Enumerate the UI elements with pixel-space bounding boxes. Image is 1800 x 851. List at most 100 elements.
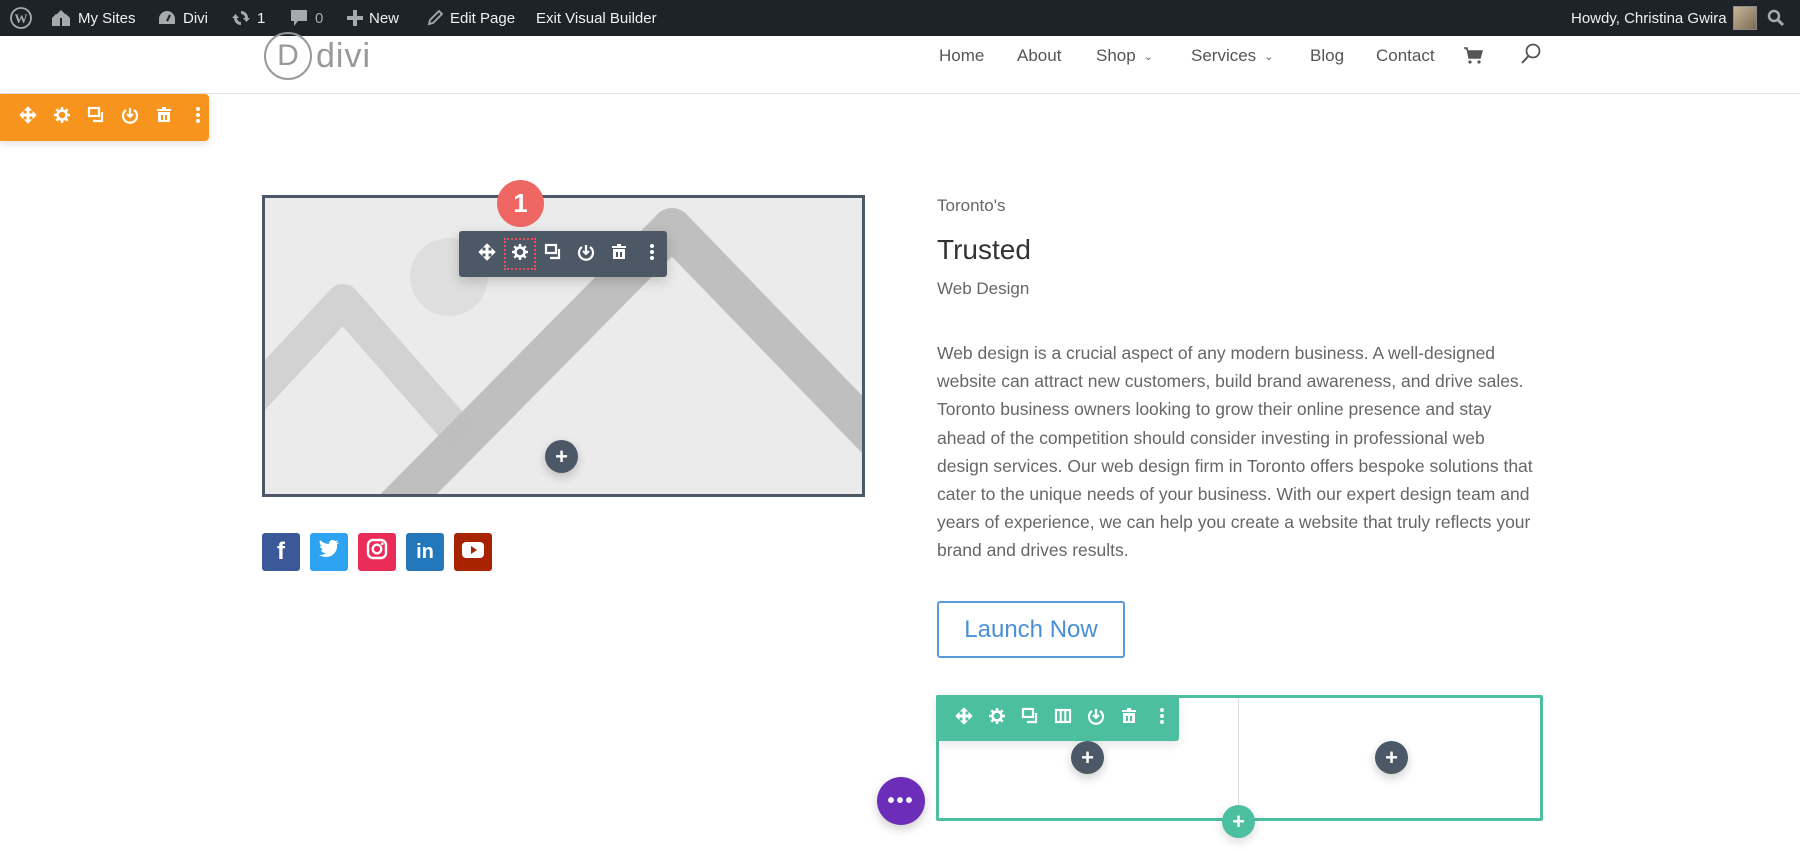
plus-icon (347, 10, 363, 26)
module-settings-button[interactable] (504, 238, 536, 270)
module-delete-button[interactable] (609, 243, 629, 266)
chevron-down-icon: ⌄ (1143, 50, 1153, 63)
add-module-column-2-button[interactable]: + (1375, 741, 1408, 774)
divi-menu[interactable]: Divi (157, 0, 208, 36)
move-icon (955, 706, 973, 730)
header-search-button[interactable] (1520, 43, 1542, 66)
duplicate-icon (87, 106, 105, 129)
nav-blog[interactable]: Blog (1310, 46, 1344, 66)
comments-menu[interactable]: 0 (289, 0, 323, 36)
pencil-icon (426, 9, 444, 27)
updates-icon (231, 8, 251, 28)
module-save-button[interactable] (576, 244, 596, 264)
my-sites-menu[interactable]: My Sites (50, 0, 136, 36)
wp-logo-menu[interactable]: W (10, 0, 32, 36)
paragraph-line: Toronto business owners looking to grow … (937, 399, 1492, 420)
module-more-button[interactable] (642, 243, 662, 266)
twitter-icon (318, 540, 340, 564)
search-icon (1520, 43, 1542, 70)
section-more-button[interactable] (188, 106, 208, 129)
site-logo[interactable]: D divi (264, 32, 371, 80)
admin-search-button[interactable] (1767, 0, 1785, 36)
launch-now-button[interactable]: Launch Now (937, 601, 1125, 658)
move-icon (19, 106, 37, 129)
add-row-button[interactable]: + (1222, 805, 1255, 838)
user-account-menu[interactable]: Howdy, Christina Gwira (1571, 0, 1757, 36)
wordpress-icon: W (10, 7, 32, 29)
twitter-button[interactable] (310, 533, 348, 571)
body-paragraph: Web design is a crucial aspect of any mo… (937, 339, 1552, 565)
my-sites-icon (50, 9, 72, 27)
row-duplicate-button[interactable] (1020, 707, 1040, 730)
row-columns-button[interactable] (1053, 708, 1073, 728)
comments-count: 0 (315, 9, 324, 27)
power-download-icon (121, 106, 139, 129)
site-header: D divi Home About Shop ⌄ Services ⌄ Blog C… (0, 32, 1800, 94)
svg-text:W: W (15, 11, 28, 26)
module-duplicate-button[interactable] (543, 243, 563, 266)
column-divider (1238, 698, 1239, 818)
add-module-button[interactable]: + (545, 440, 578, 473)
section-settings-button[interactable] (52, 107, 72, 128)
new-label: New (369, 9, 400, 27)
youtube-button[interactable] (454, 533, 492, 571)
trash-icon (1120, 707, 1138, 730)
nav-about-label: About (1017, 46, 1062, 65)
row-more-button[interactable] (1152, 707, 1172, 728)
nav-home[interactable]: Home (939, 46, 984, 66)
main-title: Trusted (937, 234, 1031, 265)
edit-page-label: Edit Page (450, 9, 516, 27)
row-delete-button[interactable] (1119, 707, 1139, 730)
power-download-icon (1087, 707, 1105, 730)
cart-button[interactable] (1463, 46, 1483, 70)
more-vertical-icon (189, 106, 207, 129)
nav-shop[interactable]: Shop ⌄ (1096, 46, 1153, 66)
subtitle: Web Design (937, 279, 1030, 298)
paragraph-line: cater to the unique needs of your busine… (937, 484, 1530, 505)
pre-title: Toronto's (937, 196, 1006, 215)
paragraph-line: Web design is a crucial aspect of any mo… (937, 343, 1496, 363)
page-settings-menu-button[interactable]: ••• (877, 777, 925, 825)
row-settings-button[interactable] (987, 707, 1007, 730)
section-move-button[interactable] (18, 106, 38, 129)
columns-icon (1054, 707, 1072, 730)
add-module-column-1-button[interactable]: + (1071, 741, 1104, 774)
nav-contact[interactable]: Contact (1376, 46, 1435, 66)
edit-page-link[interactable]: Edit Page (426, 0, 515, 36)
linkedin-button[interactable]: in (406, 533, 444, 571)
module-toolbar (459, 231, 667, 277)
nav-services[interactable]: Services ⌄ (1191, 46, 1273, 66)
nav-about[interactable]: About (1017, 46, 1061, 66)
exit-visual-builder-link[interactable]: Exit Visual Builder (536, 0, 657, 36)
nav-contact-label: Contact (1376, 46, 1435, 65)
section-duplicate-button[interactable] (86, 106, 106, 129)
user-greeting: Howdy, Christina Gwira (1571, 9, 1727, 27)
youtube-icon (462, 541, 484, 564)
new-content-menu[interactable]: New (347, 0, 399, 36)
trash-icon (610, 243, 628, 266)
chevron-down-icon: ⌄ (1264, 50, 1274, 63)
paragraph-line: website can attract new customers, build… (937, 371, 1524, 392)
gear-icon (988, 707, 1006, 730)
duplicate-icon (1021, 707, 1039, 730)
paragraph-line: design services. Our web design firm in … (937, 455, 1533, 476)
my-sites-label: My Sites (78, 9, 136, 27)
section-delete-button[interactable] (154, 107, 174, 128)
dashboard-icon (157, 9, 177, 27)
facebook-button[interactable]: f (262, 533, 300, 571)
row-save-button[interactable] (1086, 708, 1106, 728)
cart-icon (1463, 46, 1483, 70)
updates-count: 1 (257, 9, 266, 27)
logo-mark: D (264, 32, 312, 80)
logo-text: divi (316, 36, 372, 75)
search-icon (1767, 9, 1785, 27)
module-move-button[interactable] (477, 242, 497, 264)
section-toolbar (0, 94, 209, 141)
instagram-button[interactable] (358, 533, 396, 571)
updates-menu[interactable]: 1 (231, 0, 265, 36)
section-save-button[interactable] (120, 108, 140, 128)
more-vertical-icon (643, 243, 661, 266)
step-badge: 1 (497, 180, 544, 227)
row-move-button[interactable] (954, 706, 974, 730)
duplicate-icon (544, 243, 562, 266)
